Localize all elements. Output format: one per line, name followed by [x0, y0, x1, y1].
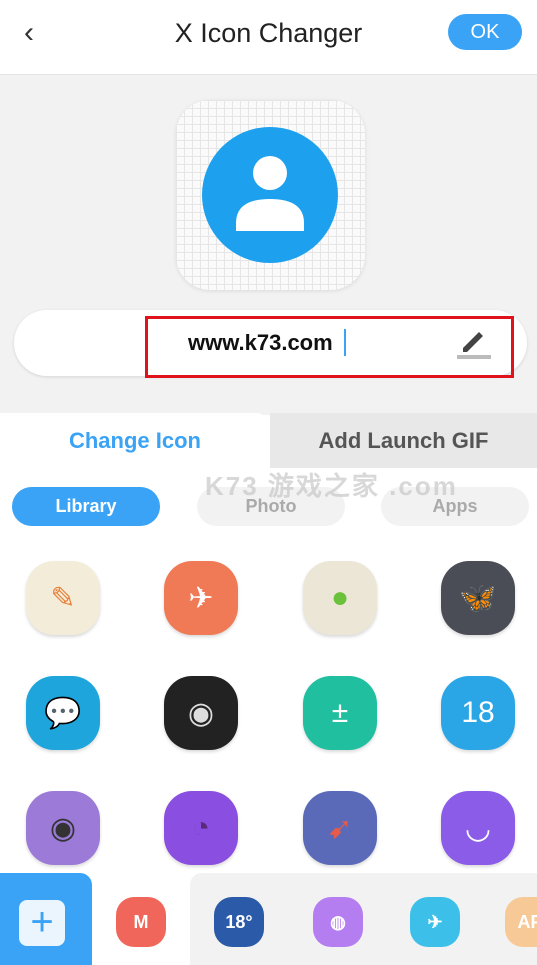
ok-button[interactable]: OK — [448, 14, 522, 50]
source-library-button[interactable]: Library — [12, 487, 160, 526]
app-peach-icon[interactable]: AP — [505, 897, 537, 947]
tab-change-icon[interactable]: Change Icon — [0, 413, 270, 468]
watermark: K73 游戏之家 .com — [205, 471, 458, 501]
icon-name-input[interactable]: www.k73.com — [188, 330, 333, 356]
smiley-icon[interactable]: ◡ — [441, 791, 515, 865]
planet-icon[interactable]: ◍ — [313, 897, 363, 947]
clapperboard-icon[interactable]: 🦋 — [441, 561, 515, 635]
calendar-icon[interactable]: 18 — [441, 676, 515, 750]
plus-icon[interactable]: + — [19, 900, 65, 946]
lollipop-icon[interactable]: ● — [303, 561, 377, 635]
compass-icon[interactable]: ➹ — [303, 791, 377, 865]
paper-plane-icon[interactable]: ✈ — [164, 561, 238, 635]
note-icon[interactable]: ✎ — [26, 561, 100, 635]
globe-browser-icon[interactable]: ◉ — [164, 676, 238, 750]
chat-bubble-icon[interactable]: 💬 — [26, 676, 100, 750]
pencil-icon[interactable] — [455, 324, 491, 360]
camera-icon[interactable]: ◉ — [26, 791, 100, 865]
clock-icon[interactable]: ◔ — [164, 791, 238, 865]
weather-icon[interactable]: 18° — [214, 897, 264, 947]
contact-person-icon — [202, 127, 338, 263]
calculator-icon[interactable]: ± — [303, 676, 377, 750]
music-headphones-icon[interactable]: M — [116, 897, 166, 947]
tab-add-launch-gif[interactable]: Add Launch GIF — [270, 413, 537, 468]
text-cursor — [344, 329, 346, 356]
airplane-icon[interactable]: ✈ — [410, 897, 460, 947]
